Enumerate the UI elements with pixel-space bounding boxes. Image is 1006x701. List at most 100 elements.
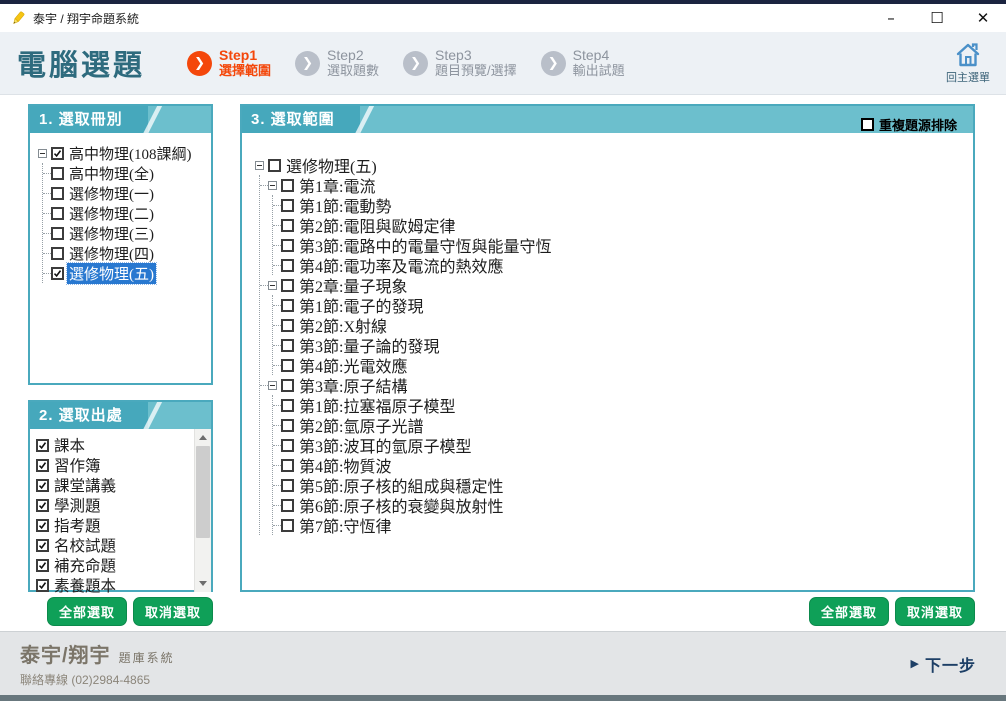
tree-branch-line bbox=[273, 445, 281, 446]
tree-checkbox[interactable] bbox=[51, 267, 64, 280]
tree-expander-icon[interactable] bbox=[255, 161, 264, 170]
tree-row: 選修物理(一) bbox=[43, 183, 211, 203]
tree-branch-line bbox=[43, 213, 51, 214]
minimize-button[interactable]: – bbox=[868, 4, 914, 32]
next-step-label: 下一步 bbox=[925, 652, 976, 676]
tree-checkbox[interactable] bbox=[51, 147, 64, 160]
tree-row: 第2節:氫原子光譜 bbox=[273, 415, 973, 435]
tree-branch-line bbox=[260, 385, 268, 386]
tree-checkbox[interactable] bbox=[281, 239, 294, 252]
tree-expander-icon[interactable] bbox=[268, 181, 277, 190]
footer-brand: 泰宇/翔宇 題庫系統 聯絡專線 (02)2984-4865 bbox=[20, 639, 175, 688]
range-deselect-button[interactable]: 取消選取 bbox=[895, 597, 975, 626]
tree-item-label[interactable]: 選修物理(一) bbox=[67, 183, 156, 204]
tree-checkbox[interactable] bbox=[281, 339, 294, 352]
tree-checkbox[interactable] bbox=[281, 399, 294, 412]
source-select-all-button[interactable]: 全部選取 bbox=[47, 597, 127, 626]
tree-checkbox[interactable] bbox=[281, 279, 294, 292]
home-button[interactable]: 回主選單 bbox=[942, 39, 994, 88]
source-checkbox[interactable] bbox=[36, 559, 49, 572]
source-list-item[interactable]: 補充命題 bbox=[36, 555, 211, 575]
tree-checkbox[interactable] bbox=[281, 459, 294, 472]
tree-row: 選修物理(五) bbox=[255, 155, 973, 175]
source-checkbox[interactable] bbox=[36, 479, 49, 492]
step-name: Step2 bbox=[327, 47, 379, 63]
tree-branch: 第1節:電子的發現第2節:X射線第3節:量子論的發現第4節:光電效應 bbox=[272, 295, 973, 375]
source-checkbox[interactable] bbox=[36, 539, 49, 552]
source-item-label: 名校試題 bbox=[52, 534, 118, 556]
scrollbar-track[interactable] bbox=[195, 446, 211, 575]
source-list-item[interactable]: 習作簿 bbox=[36, 455, 211, 475]
source-list-item[interactable]: 素養題本 bbox=[36, 575, 211, 595]
tree-item-label[interactable]: 選修物理(四) bbox=[67, 243, 156, 264]
source-list-item[interactable]: 指考題 bbox=[36, 515, 211, 535]
tree-checkbox[interactable] bbox=[281, 219, 294, 232]
source-list-item[interactable]: 課本 bbox=[36, 435, 211, 455]
panel-select-source-title: 2. 選取出處 bbox=[30, 402, 148, 429]
tree-row: 第4節:光電效應 bbox=[273, 355, 973, 375]
tree-checkbox[interactable] bbox=[51, 247, 64, 260]
tree-checkbox[interactable] bbox=[281, 199, 294, 212]
scroll-up-icon bbox=[199, 435, 207, 440]
tree-row: 第6節:原子核的衰變與放射性 bbox=[273, 495, 973, 515]
tree-checkbox[interactable] bbox=[281, 299, 294, 312]
tree-checkbox[interactable] bbox=[281, 519, 294, 532]
dedupe-checkbox[interactable] bbox=[861, 118, 874, 131]
panel-select-volume-header: 1. 選取冊別 bbox=[30, 106, 211, 133]
source-list-item[interactable]: 學測題 bbox=[36, 495, 211, 515]
source-checkbox[interactable] bbox=[36, 579, 49, 592]
source-deselect-button[interactable]: 取消選取 bbox=[133, 597, 213, 626]
tree-item-label[interactable]: 選修物理(三) bbox=[67, 223, 156, 244]
step-label: 選取題數 bbox=[327, 64, 379, 79]
tree-checkbox[interactable] bbox=[51, 207, 64, 220]
range-select-all-button[interactable]: 全部選取 bbox=[809, 597, 889, 626]
source-scrollbar[interactable] bbox=[194, 429, 211, 592]
tree-checkbox[interactable] bbox=[51, 187, 64, 200]
tree-checkbox[interactable] bbox=[281, 419, 294, 432]
tree-item-label[interactable]: 高中物理(全) bbox=[67, 163, 156, 184]
tree-checkbox[interactable] bbox=[51, 167, 64, 180]
tree-branch-line bbox=[273, 425, 281, 426]
tree-checkbox[interactable] bbox=[281, 179, 294, 192]
tree-item-label[interactable]: 第7節:守恆律 bbox=[297, 513, 393, 537]
source-checkbox[interactable] bbox=[36, 499, 49, 512]
tree-item-label[interactable]: 選修物理(二) bbox=[67, 203, 156, 224]
source-list-item[interactable]: 課堂講義 bbox=[36, 475, 211, 495]
tree-expander-icon[interactable] bbox=[268, 381, 277, 390]
footer-phone: 聯絡專線 (02)2984-4865 bbox=[20, 671, 175, 688]
tree-checkbox[interactable] bbox=[281, 379, 294, 392]
step-label: 輸出試題 bbox=[573, 64, 625, 79]
next-step-button[interactable]: ▶ 下一步 bbox=[911, 652, 976, 676]
tree-branch-line bbox=[273, 505, 281, 506]
tree-checkbox[interactable] bbox=[281, 499, 294, 512]
tree-checkbox[interactable] bbox=[281, 439, 294, 452]
step-arrow-icon: ❯ bbox=[541, 51, 566, 76]
close-button[interactable]: ✕ bbox=[960, 4, 1006, 32]
source-list-item[interactable]: 名校試題 bbox=[36, 535, 211, 555]
tree-checkbox[interactable] bbox=[281, 319, 294, 332]
tree-checkbox[interactable] bbox=[51, 227, 64, 240]
tree-branch-line bbox=[43, 273, 51, 274]
maximize-button[interactable]: ☐ bbox=[914, 4, 960, 32]
titlebar[interactable]: 泰宇 / 翔宇命題系統 – ☐ ✕ bbox=[0, 4, 1006, 32]
tree-checkbox[interactable] bbox=[281, 359, 294, 372]
tree-row: 第3節:電路中的電量守恆與能量守恆 bbox=[273, 235, 973, 255]
tree-checkbox[interactable] bbox=[281, 259, 294, 272]
step-3: ❯Step3題目預覽/選擇 bbox=[403, 47, 517, 78]
tree-checkbox[interactable] bbox=[281, 479, 294, 492]
main-content: 1. 選取冊別 高中物理(108課綱)高中物理(全)選修物理(一)選修物理(二)… bbox=[0, 95, 1006, 631]
scroll-up-button[interactable] bbox=[195, 429, 211, 446]
scrollbar-thumb[interactable] bbox=[196, 446, 210, 538]
tree-expander-icon[interactable] bbox=[38, 149, 47, 158]
tree-branch-line bbox=[273, 485, 281, 486]
source-checkbox[interactable] bbox=[36, 439, 49, 452]
tree-checkbox[interactable] bbox=[268, 159, 281, 172]
source-checkbox[interactable] bbox=[36, 519, 49, 532]
dedupe-checkbox-row[interactable]: 重複題源排除 bbox=[861, 115, 957, 134]
scroll-down-button[interactable] bbox=[195, 575, 211, 592]
tree-item-label[interactable]: 高中物理(108課綱) bbox=[67, 143, 194, 164]
source-checkbox[interactable] bbox=[36, 459, 49, 472]
tree-expander-icon[interactable] bbox=[268, 281, 277, 290]
tree-item-label[interactable]: 選修物理(五) bbox=[67, 263, 156, 284]
step-name: Step3 bbox=[435, 47, 517, 63]
